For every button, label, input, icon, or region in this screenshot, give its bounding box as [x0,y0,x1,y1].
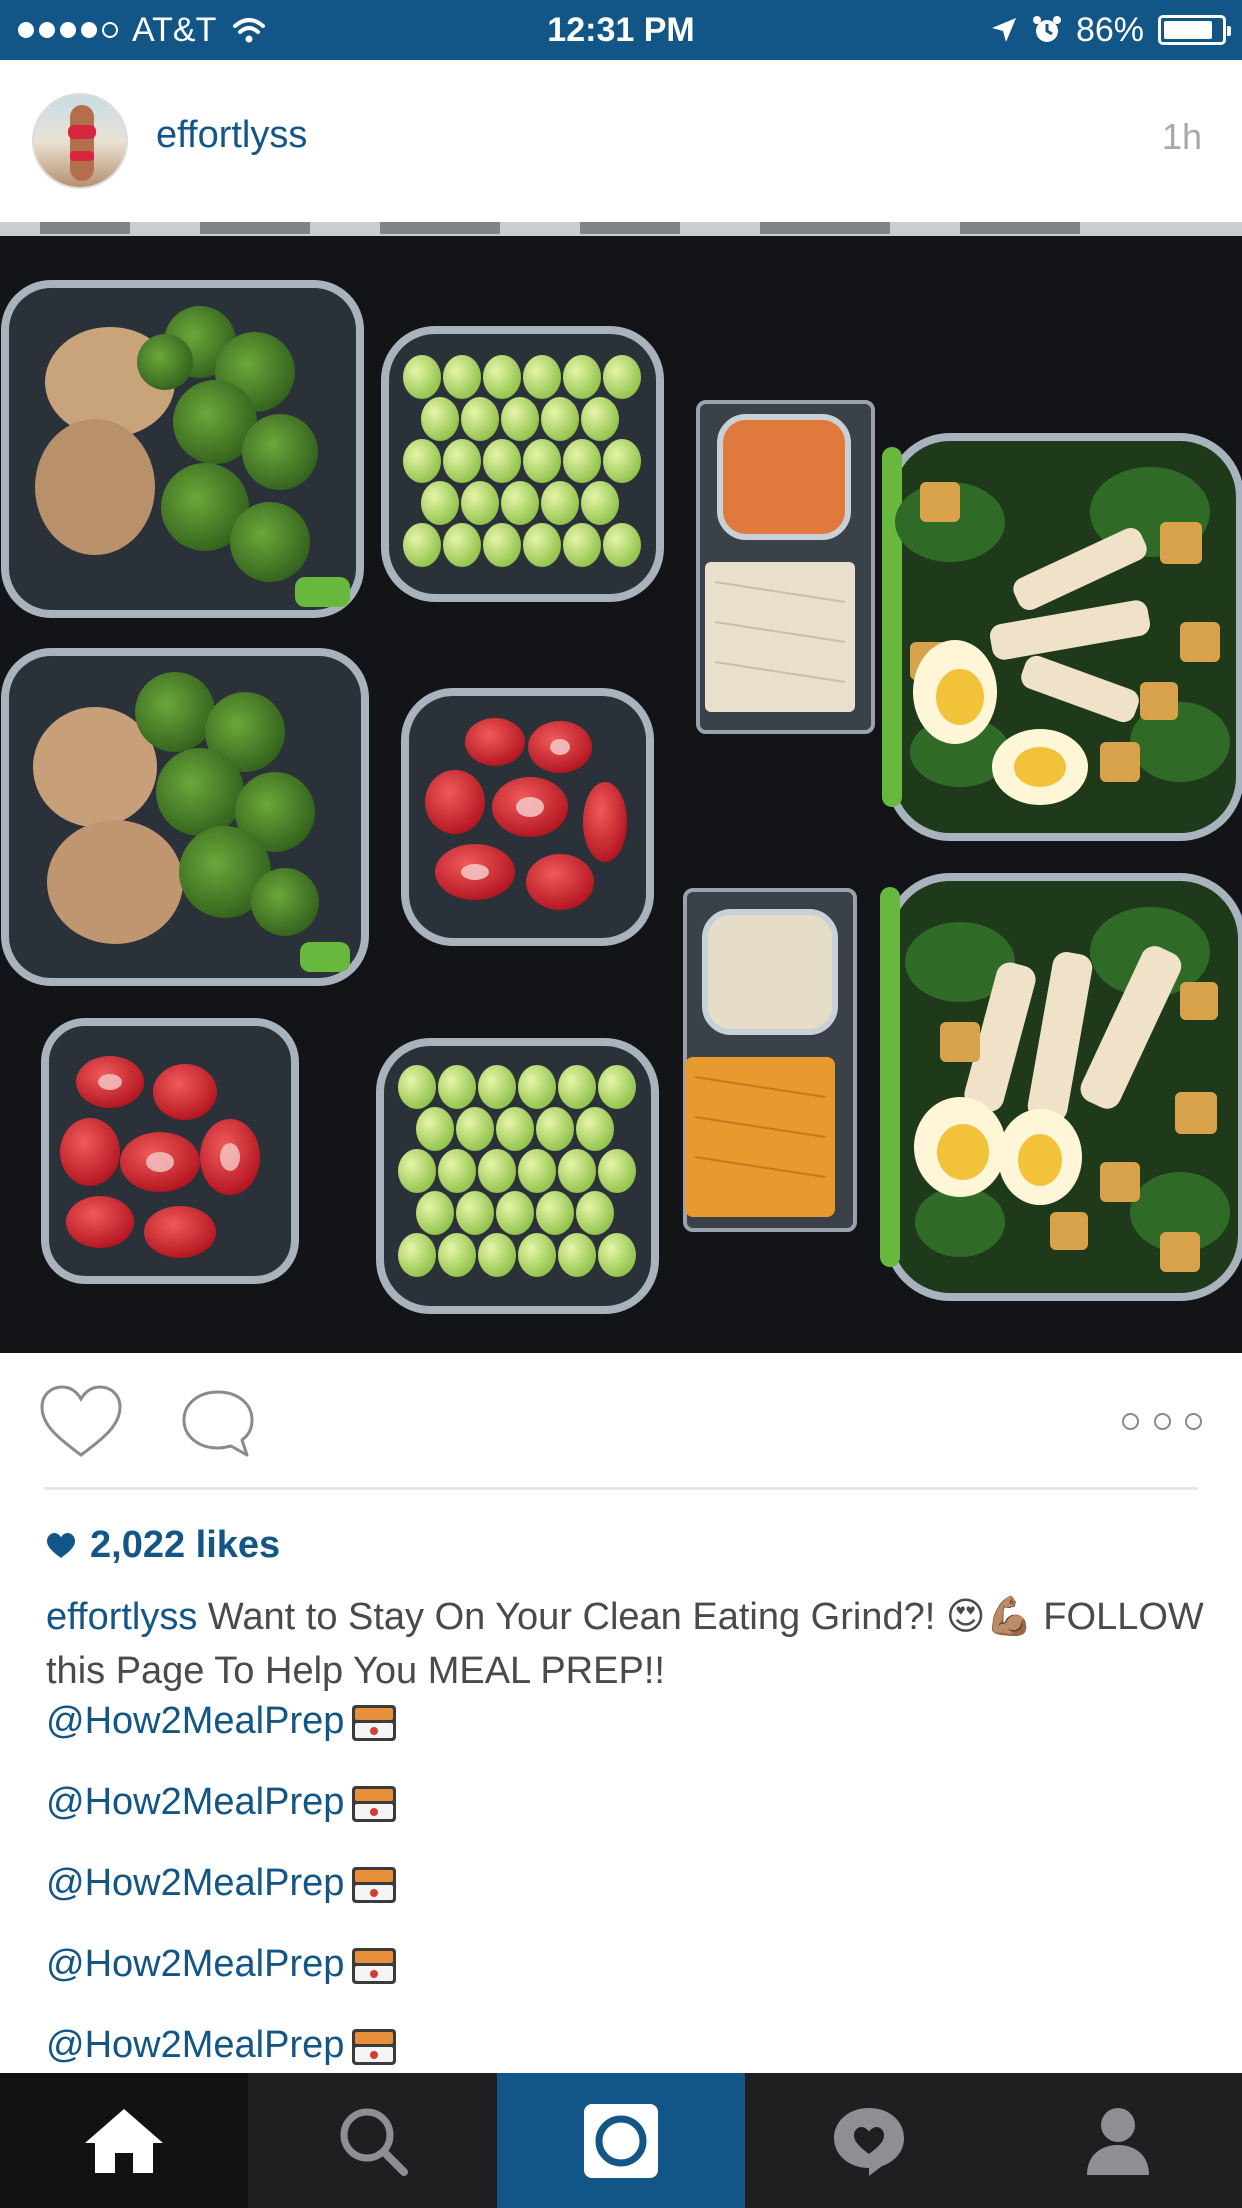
container-grapes-1 [381,326,664,602]
caption-username[interactable]: effortlyss [46,1596,197,1638]
bag-dressing-cheese-2 [683,888,857,1232]
post-actions [0,1353,1242,1489]
wifi-icon [233,18,266,43]
home-icon [85,2108,164,2173]
mention-link[interactable]: @How2MealPrep [46,1943,400,1986]
post-content: 2,022 likes effortlyss Want to Stay On Y… [0,1490,1242,2073]
status-bar: AT&T 12:31 PM 86% [0,0,1242,60]
tab-bar [0,2073,1242,2208]
more-options-icon[interactable] [1122,1403,1202,1439]
mention-link[interactable]: @How2MealPrep [46,1862,400,1905]
alarm-icon [1032,16,1061,42]
bento-box-icon [348,1944,400,1986]
battery-fill [1164,21,1213,39]
signal-dots-icon [18,22,118,38]
post-photo[interactable] [0,222,1242,1353]
comment-bubble-icon[interactable] [180,1387,256,1459]
heart-outline-icon[interactable] [38,1383,124,1461]
activity-heart-bubble-icon [834,2107,905,2176]
heart-filled-icon [47,1532,75,1558]
mention-text: @How2MealPrep [46,2024,345,2066]
search-icon [340,2108,408,2176]
carrier-label: AT&T [132,10,217,49]
container-chicken-2 [1,648,369,986]
tab-activity[interactable] [745,2073,993,2208]
status-right: 86% [990,0,1231,60]
mention-link[interactable]: @How2MealPrep [46,1781,400,1824]
bento-box-icon [348,2025,400,2067]
post-timestamp: 1h [1161,116,1202,157]
mention-text: @How2MealPrep [46,1862,345,1904]
container-chicken-1 [1,280,364,618]
battery-percent: 86% [1075,10,1144,49]
bag-dressing-cheese-1 [696,400,875,734]
mention-link[interactable]: @How2MealPrep [46,1700,400,1743]
tab-search[interactable] [248,2073,496,2208]
camera-icon [583,2103,658,2178]
mention-text: @How2MealPrep [46,1700,345,1742]
container-grapes-2 [376,1038,659,1314]
likes-label: 2,022 likes [90,1524,281,1566]
caption: effortlyss Want to Stay On Your Clean Ea… [46,1590,1206,1698]
profile-icon [1086,2107,1149,2175]
mention-text: @How2MealPrep [46,1943,345,1985]
tab-camera[interactable] [496,2073,746,2208]
avatar[interactable] [32,93,128,189]
mention-text: @How2MealPrep [46,1781,345,1823]
tab-profile[interactable] [994,2073,1242,2208]
battery-icon [1158,15,1231,45]
caption-text: Want to Stay On Your Clean Eating Grind?… [46,1596,1204,1692]
bento-box-icon [348,1782,400,1824]
post-username[interactable]: effortlyss [156,114,307,157]
bento-box-icon [348,1863,400,1905]
likes-count[interactable]: 2,022 likes [46,1524,280,1567]
container-strawberry-small [41,1018,299,1284]
status-left: AT&T [18,0,266,60]
bento-box-icon [348,1701,400,1743]
mention-link[interactable]: @How2MealPrep [46,2024,400,2067]
container-salad-2 [880,873,1242,1301]
tab-home[interactable] [0,2073,249,2208]
location-arrow-icon [991,18,1016,42]
post-header: effortlyss 1h [0,60,1242,222]
meal-prep-photo [0,222,1242,1353]
container-strawberries-1 [401,688,654,946]
container-salad-1 [882,433,1242,841]
